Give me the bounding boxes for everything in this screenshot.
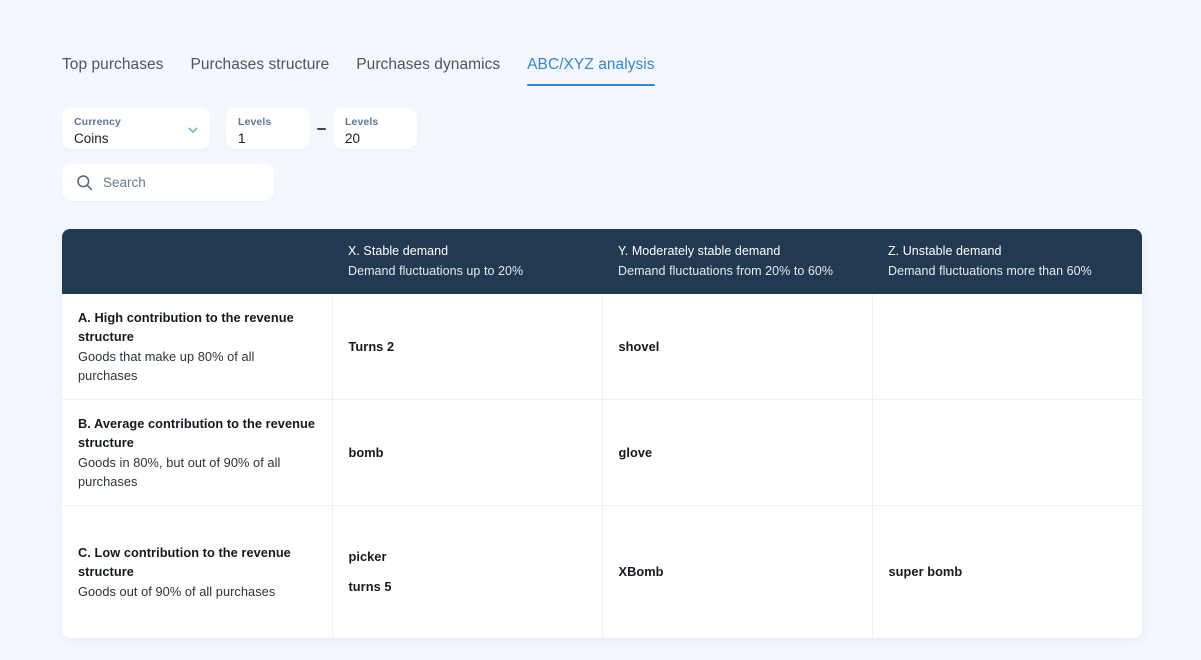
search-placeholder: Search xyxy=(103,175,146,190)
search-input[interactable]: Search xyxy=(62,164,274,201)
levels-from-input[interactable]: Levels 1 xyxy=(226,108,310,149)
filter-bar: Currency Coins Levels 1 Levels 20 xyxy=(62,108,1139,149)
tab-abc-xyz-analysis[interactable]: ABC/XYZ analysis xyxy=(527,55,656,86)
row-subtitle: Goods in 80%, but out of 90% of all purc… xyxy=(78,455,281,489)
row-subtitle: Goods out of 90% of all purchases xyxy=(78,583,276,599)
row-title: B. Average contribution to the revenue s… xyxy=(78,416,316,450)
row-title: A. High contribution to the revenue stru… xyxy=(78,310,294,344)
matrix-corner-cell xyxy=(62,229,332,294)
abc-xyz-analysis-page: Top purchases Purchases structure Purcha… xyxy=(0,0,1201,660)
levels-to-input[interactable]: Levels 20 xyxy=(333,108,417,149)
cell-item: XBomb xyxy=(618,564,664,580)
column-header-x: X. Stable demand Demand fluctuations up … xyxy=(332,229,602,294)
tab-label: Top purchases xyxy=(62,56,164,73)
currency-label: Currency xyxy=(74,115,121,128)
tab-bar: Top purchases Purchases structure Purcha… xyxy=(62,0,1139,86)
cell-item: shovel xyxy=(618,339,660,354)
cell-cx[interactable]: picker turns 5 xyxy=(332,505,603,638)
range-separator-icon xyxy=(317,127,326,130)
levels-to-label: Levels xyxy=(345,115,379,128)
cell-bx[interactable]: bomb xyxy=(332,399,603,506)
cell-cy[interactable]: XBomb xyxy=(602,505,873,638)
cell-item: bomb xyxy=(348,445,384,460)
column-header-y: Y. Moderately stable demand Demand fluct… xyxy=(602,229,872,294)
column-subtitle: Demand fluctuations up to 20% xyxy=(348,264,524,278)
column-subtitle: Demand fluctuations from 20% to 60% xyxy=(618,264,834,278)
cell-cz[interactable]: super bomb xyxy=(872,505,1142,638)
column-title: X. Stable demand xyxy=(348,244,449,258)
tab-purchases-structure[interactable]: Purchases structure xyxy=(190,55,329,86)
column-subtitle: Demand fluctuations more than 60% xyxy=(888,264,1092,278)
cell-item: turns 5 xyxy=(348,579,392,595)
tab-label: Purchases dynamics xyxy=(356,56,501,73)
cell-item: glove xyxy=(618,445,653,460)
levels-from-value: 1 xyxy=(238,130,246,146)
row-header-a: A. High contribution to the revenue stru… xyxy=(62,294,333,400)
cell-item: super bomb xyxy=(888,564,963,580)
matrix-header-row: X. Stable demand Demand fluctuations up … xyxy=(62,229,1142,294)
row-header-c: C. Low contribution to the revenue struc… xyxy=(62,505,333,638)
row-title: C. Low contribution to the revenue struc… xyxy=(78,544,291,579)
search-icon xyxy=(76,174,93,191)
cell-item: picker xyxy=(348,549,387,565)
currency-select[interactable]: Currency Coins xyxy=(62,108,210,149)
table-row: A. High contribution to the revenue stru… xyxy=(62,294,1142,400)
column-header-z: Z. Unstable demand Demand fluctuations m… xyxy=(872,229,1142,294)
table-row: B. Average contribution to the revenue s… xyxy=(62,399,1142,506)
tab-top-purchases[interactable]: Top purchases xyxy=(62,55,163,86)
row-header-b: B. Average contribution to the revenue s… xyxy=(62,399,333,506)
filter-gap xyxy=(210,128,226,129)
table-row: C. Low contribution to the revenue struc… xyxy=(62,505,1142,638)
abc-xyz-matrix: X. Stable demand Demand fluctuations up … xyxy=(62,229,1142,638)
cell-item: Turns 2 xyxy=(348,339,395,354)
levels-to-value: 20 xyxy=(345,130,361,146)
tab-label: ABC/XYZ analysis xyxy=(527,56,655,73)
row-subtitle: Goods that make up 80% of all purchases xyxy=(78,349,255,383)
cell-az[interactable] xyxy=(872,294,1142,400)
levels-from-label: Levels xyxy=(238,115,272,128)
cell-by[interactable]: glove xyxy=(602,399,873,506)
currency-value: Coins xyxy=(74,130,109,146)
column-title: Z. Unstable demand xyxy=(888,244,1002,258)
cell-ay[interactable]: shovel xyxy=(602,294,873,400)
tab-purchases-dynamics[interactable]: Purchases dynamics xyxy=(356,55,500,86)
tab-label: Purchases structure xyxy=(190,56,330,73)
chevron-down-icon[interactable] xyxy=(187,123,199,135)
cell-bz[interactable] xyxy=(872,399,1142,506)
column-title: Y. Moderately stable demand xyxy=(618,244,781,258)
cell-ax[interactable]: Turns 2 xyxy=(332,294,603,400)
